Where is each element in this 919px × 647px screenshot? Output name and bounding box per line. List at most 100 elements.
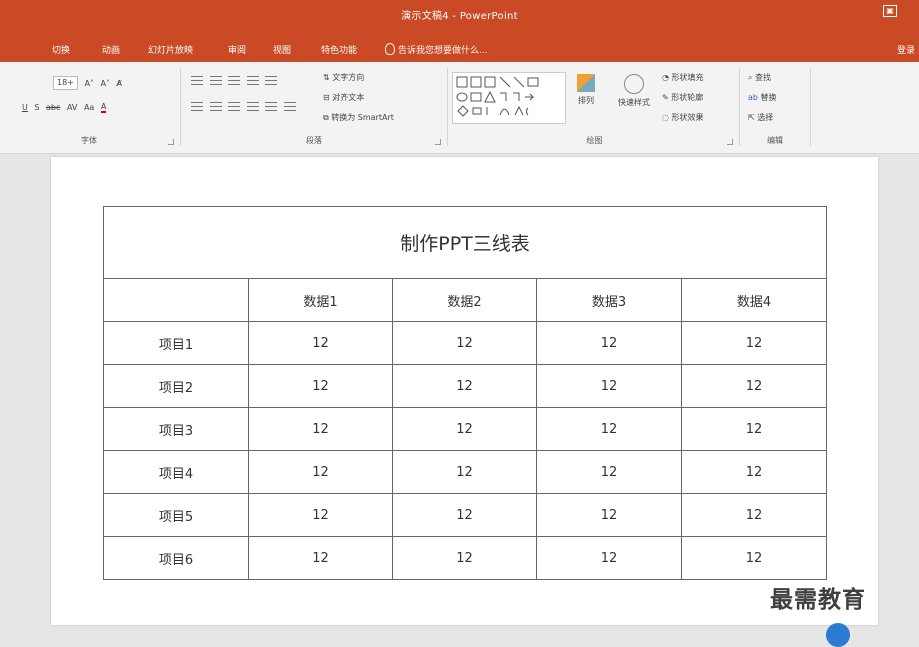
drawing-group-label: 绘图 — [586, 136, 603, 145]
header-cell[interactable]: 数据4 — [680, 278, 828, 322]
menu-slideshow[interactable]: 幻灯片放映 — [148, 43, 193, 56]
table-title[interactable]: 制作PPT三线表 — [102, 206, 828, 279]
quick-styles-icon — [624, 74, 644, 94]
watermark-logo: 最需教育 — [770, 587, 866, 613]
shape-effects-label: 形状效果 — [671, 113, 704, 122]
select-label: 选择 — [757, 113, 774, 122]
restore-icon[interactable]: ▣ — [883, 5, 897, 17]
quick-styles-button[interactable]: 快速样式 — [610, 74, 658, 108]
table-cell[interactable]: 12 — [536, 450, 682, 494]
align-right-icon[interactable] — [228, 102, 241, 111]
table-cell[interactable]: 12 — [536, 493, 682, 537]
paint-bucket-icon: ◔ — [662, 73, 672, 82]
font-size-box[interactable]: 18+ — [53, 76, 78, 90]
increase-indent-icon[interactable] — [246, 76, 259, 85]
title-bar: 演示文稿4 - PowerPoint ▣ — [0, 0, 919, 29]
table-cell[interactable]: 12 — [248, 536, 393, 580]
line-spacing-icon[interactable] — [265, 76, 278, 85]
align-left-icon[interactable] — [191, 102, 203, 111]
shape-outline-button[interactable]: ✎ 形状轮廓 — [662, 92, 703, 103]
table-cell[interactable]: 12 — [680, 321, 828, 365]
find-button[interactable]: ⌕ 查找 — [748, 72, 771, 83]
arrange-button[interactable]: 排列 — [570, 74, 602, 106]
table-cell[interactable]: 12 — [536, 407, 682, 451]
row-label-cell[interactable]: 项目6 — [103, 536, 249, 580]
table-cell[interactable]: 12 — [680, 536, 828, 580]
shadow-button[interactable]: S — [34, 103, 39, 112]
bullets-icon[interactable] — [191, 76, 203, 85]
menu-view[interactable]: 视图 — [273, 43, 291, 56]
row-label-cell[interactable]: 项目4 — [103, 450, 249, 494]
table-cell[interactable]: 12 — [248, 450, 393, 494]
justify-icon[interactable] — [246, 102, 259, 111]
table-cell[interactable]: 12 — [248, 493, 393, 537]
table-cell[interactable]: 12 — [392, 536, 537, 580]
table-cell[interactable]: 12 — [392, 364, 537, 408]
row-label-cell[interactable]: 项目5 — [103, 493, 249, 537]
drawing-dialog-launcher-icon[interactable] — [727, 139, 733, 145]
table-cell[interactable]: 12 — [680, 364, 828, 408]
table-cell[interactable]: 12 — [536, 364, 682, 408]
table-cell[interactable]: 12 — [680, 493, 828, 537]
text-direction-icon: ⇅ — [323, 73, 333, 82]
tell-me-search[interactable]: 告诉我您想要做什么... — [385, 43, 488, 56]
header-cell[interactable] — [103, 278, 249, 322]
strikethrough-button[interactable]: abc — [46, 103, 60, 112]
paragraph-dialog-launcher-icon[interactable] — [435, 139, 441, 145]
table-cell[interactable]: 12 — [392, 321, 537, 365]
decrease-indent-icon[interactable] — [228, 76, 241, 85]
distribute-icon[interactable] — [283, 102, 296, 111]
select-button[interactable]: ⇱ 选择 — [748, 112, 773, 123]
table-cell[interactable]: 12 — [248, 407, 393, 451]
slide-canvas[interactable]: 制作PPT三线表 数据1 数据2 数据3 数据4 项目1 12 12 12 12 项目2 1… — [51, 157, 878, 625]
font-grow-button[interactable]: A˄ — [84, 79, 93, 88]
header-cell[interactable]: 数据3 — [536, 278, 682, 322]
underline-button[interactable]: U — [22, 103, 28, 112]
align-text-icon: ⊟ — [323, 93, 333, 102]
table-cell[interactable]: 12 — [248, 321, 393, 365]
pen-icon: ✎ — [662, 93, 672, 102]
table-cell[interactable]: 12 — [248, 364, 393, 408]
shape-effects-button[interactable]: ◌ 形状效果 — [662, 112, 704, 123]
menu-review[interactable]: 审阅 — [228, 43, 246, 56]
columns-icon[interactable] — [265, 102, 278, 111]
font-shrink-button[interactable]: A˅ — [100, 79, 109, 88]
replace-button[interactable]: ab 替换 — [748, 92, 777, 103]
table-cell[interactable]: 12 — [536, 321, 682, 365]
font-dialog-launcher-icon[interactable] — [168, 139, 174, 145]
clear-format-button[interactable]: A̸ — [117, 79, 122, 88]
change-case-button[interactable]: Aa — [84, 103, 94, 112]
char-spacing-button[interactable]: AV — [67, 103, 77, 112]
table-row: 项目3 12 12 12 12 — [103, 407, 828, 451]
ribbon-divider — [739, 68, 740, 146]
arrange-label: 排列 — [578, 96, 594, 105]
text-direction-button[interactable]: ⇅ 文字方向 — [323, 72, 364, 83]
shape-gallery[interactable] — [452, 72, 566, 124]
convert-smartart-button[interactable]: ⧉ 转换为 SmartArt — [323, 112, 394, 123]
ribbon: 18+ A˄ A˅ A̸ U S abc AV Aa A 字体 ⇅ 文字方向 ⊟… — [0, 62, 919, 154]
menu-animations[interactable]: 动画 — [102, 43, 120, 56]
shape-fill-button[interactable]: ◔ 形状填充 — [662, 72, 704, 83]
align-text-button[interactable]: ⊟ 对齐文本 — [323, 92, 364, 103]
align-center-icon[interactable] — [209, 102, 222, 111]
three-line-table[interactable]: 制作PPT三线表 数据1 数据2 数据3 数据4 项目1 12 12 12 12 项目2 1… — [102, 206, 828, 580]
login-link[interactable]: 登录 — [897, 43, 915, 56]
table-cell[interactable]: 12 — [680, 407, 828, 451]
header-cell[interactable]: 数据1 — [248, 278, 393, 322]
shape-fill-label: 形状填充 — [671, 73, 704, 82]
table-cell[interactable]: 12 — [536, 536, 682, 580]
table-cell[interactable]: 12 — [392, 450, 537, 494]
row-label-cell[interactable]: 项目2 — [103, 364, 249, 408]
font-color-button[interactable]: A — [100, 102, 107, 113]
table-cell[interactable]: 12 — [680, 450, 828, 494]
quick-styles-label: 快速样式 — [618, 98, 650, 107]
menu-special[interactable]: 特色功能 — [321, 43, 357, 56]
assistant-bubble-icon[interactable] — [826, 623, 850, 647]
header-cell[interactable]: 数据2 — [392, 278, 537, 322]
row-label-cell[interactable]: 项目3 — [103, 407, 249, 451]
numbering-icon[interactable] — [209, 76, 222, 85]
table-cell[interactable]: 12 — [392, 493, 537, 537]
row-label-cell[interactable]: 项目1 — [103, 321, 249, 365]
menu-transitions[interactable]: 切换 — [52, 43, 70, 56]
table-cell[interactable]: 12 — [392, 407, 537, 451]
